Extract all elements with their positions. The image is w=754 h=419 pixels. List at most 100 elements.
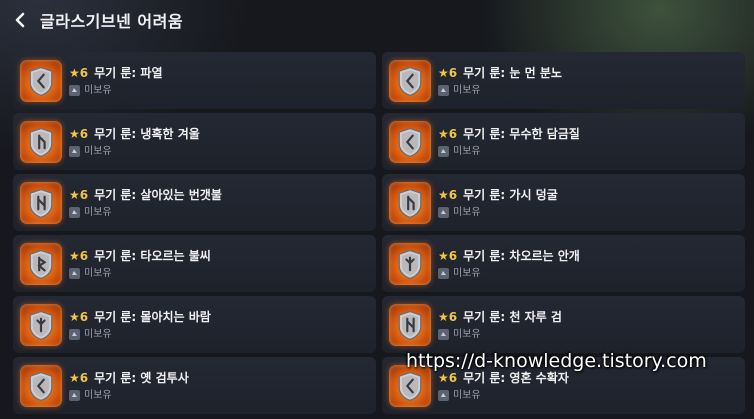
- star-icon: ★: [438, 248, 449, 263]
- rune-name-line: ★ 6 무기 룬: 차오르는 안개: [438, 248, 580, 264]
- rune-name: 무기 룬: 몰아치는 바람: [94, 309, 211, 324]
- status-label: 미보유: [453, 145, 481, 157]
- ownership-status: 미보유: [69, 146, 200, 158]
- rune-name-line: ★ 6 무기 룬: 가시 덩굴: [438, 187, 558, 203]
- status-label: 미보유: [84, 145, 112, 157]
- star-icon: ★: [438, 187, 449, 202]
- rune-name-line: ★ 6 무기 룬: 타오르는 불씨: [69, 248, 211, 264]
- star-icon: ★: [438, 370, 449, 385]
- inventory-icon: [438, 85, 449, 96]
- grade-value: 6: [448, 65, 458, 80]
- grade-value: 6: [448, 126, 458, 141]
- rune-card[interactable]: ★ 6 무기 룬: 냉혹한 겨울 미보유: [13, 113, 376, 170]
- grade-value: 6: [79, 248, 89, 263]
- rune-name-line: ★ 6 무기 룬: 파열: [69, 65, 162, 81]
- rune-info: ★ 6 무기 룬: 눈 먼 분노 미보유: [438, 65, 562, 97]
- rune-card[interactable]: ★ 6 무기 룬: 살아있는 번갯불 미보유: [13, 174, 376, 231]
- rune-name: 무기 룬: 살아있는 번갯불: [94, 187, 222, 202]
- rune-info: ★ 6 무기 룬: 가시 덩굴 미보유: [438, 187, 558, 219]
- grade-value: 6: [448, 370, 458, 385]
- rune-name: 무기 룬: 차오르는 안개: [463, 248, 580, 263]
- rune-info: ★ 6 무기 룬: 타오르는 불씨 미보유: [69, 248, 211, 280]
- rune-name-line: ★ 6 무기 룬: 옛 검투사: [69, 370, 189, 386]
- status-label: 미보유: [84, 267, 112, 279]
- rune-card[interactable]: ★ 6 무기 룬: 파열 미보유: [13, 52, 376, 109]
- rune-name: 무기 룬: 무수한 담금질: [463, 126, 580, 141]
- inventory-icon: [69, 207, 80, 218]
- rune-shield-icon: [20, 364, 62, 407]
- rune-shield-icon: [389, 303, 431, 346]
- inventory-icon: [438, 329, 449, 340]
- rune-name: 무기 룬: 옛 검투사: [94, 370, 189, 385]
- rune-info: ★ 6 무기 룬: 차오르는 안개 미보유: [438, 248, 580, 280]
- inventory-icon: [438, 390, 449, 401]
- ownership-status: 미보유: [438, 268, 580, 280]
- rune-info: ★ 6 무기 룬: 냉혹한 겨울 미보유: [69, 126, 200, 158]
- header: 글라스기브넨 어려움: [0, 0, 754, 40]
- grade-value: 6: [79, 65, 89, 80]
- grade-value: 6: [79, 309, 89, 324]
- rune-info: ★ 6 무기 룬: 살아있는 번갯불 미보유: [69, 187, 222, 219]
- rune-info: ★ 6 무기 룬: 영혼 수확자 미보유: [438, 370, 569, 402]
- rune-card[interactable]: ★ 6 무기 룬: 옛 검투사 미보유: [13, 357, 376, 414]
- ownership-status: 미보유: [69, 390, 189, 402]
- rune-name: 무기 룬: 냉혹한 겨울: [94, 126, 200, 141]
- rune-shield-icon: [389, 364, 431, 407]
- inventory-icon: [438, 268, 449, 279]
- rune-info: ★ 6 무기 룬: 파열 미보유: [69, 65, 162, 97]
- star-icon: ★: [69, 187, 80, 202]
- rune-info: ★ 6 무기 룬: 옛 검투사 미보유: [69, 370, 189, 402]
- rune-card[interactable]: ★ 6 무기 룬: 타오르는 불씨 미보유: [13, 235, 376, 292]
- rune-info: ★ 6 무기 룬: 무수한 담금질 미보유: [438, 126, 580, 158]
- grade-value: 6: [79, 126, 89, 141]
- rune-name: 무기 룬: 가시 덩굴: [463, 187, 558, 202]
- rune-card[interactable]: ★ 6 무기 룬: 무수한 담금질 미보유: [382, 113, 745, 170]
- status-label: 미보유: [84, 84, 112, 96]
- star-icon: ★: [69, 126, 80, 141]
- status-label: 미보유: [453, 84, 481, 96]
- star-icon: ★: [69, 309, 80, 324]
- rune-name-line: ★ 6 무기 룬: 영혼 수확자: [438, 370, 569, 386]
- rune-shield-icon: [389, 181, 431, 224]
- ownership-status: 미보유: [438, 390, 569, 402]
- rune-name: 무기 룬: 눈 먼 분노: [463, 65, 562, 80]
- inventory-icon: [69, 85, 80, 96]
- rune-name-line: ★ 6 무기 룬: 무수한 담금질: [438, 126, 580, 142]
- rune-shield-icon: [389, 242, 431, 285]
- rune-card[interactable]: ★ 6 무기 룬: 영혼 수확자 미보유: [382, 357, 745, 414]
- grade-value: 6: [448, 248, 458, 263]
- status-label: 미보유: [84, 206, 112, 218]
- ownership-status: 미보유: [69, 85, 162, 97]
- rune-name: 무기 룬: 천 자루 검: [463, 309, 562, 324]
- star-icon: ★: [438, 126, 449, 141]
- inventory-icon: [69, 146, 80, 157]
- star-icon: ★: [438, 309, 449, 324]
- rune-shield-icon: [20, 120, 62, 163]
- rune-shield-icon: [20, 181, 62, 224]
- grade-value: 6: [79, 187, 89, 202]
- rune-name-line: ★ 6 무기 룬: 천 자루 검: [438, 309, 562, 325]
- star-icon: ★: [69, 370, 80, 385]
- rune-card[interactable]: ★ 6 무기 룬: 가시 덩굴 미보유: [382, 174, 745, 231]
- status-label: 미보유: [453, 328, 481, 340]
- rune-shield-icon: [20, 242, 62, 285]
- inventory-icon: [438, 146, 449, 157]
- grade-value: 6: [448, 187, 458, 202]
- rune-card[interactable]: ★ 6 무기 룬: 눈 먼 분노 미보유: [382, 52, 745, 109]
- rune-shield-icon: [389, 120, 431, 163]
- rune-name: 무기 룬: 파열: [94, 65, 163, 80]
- rune-name-line: ★ 6 무기 룬: 눈 먼 분노: [438, 65, 562, 81]
- rune-info: ★ 6 무기 룬: 천 자루 검 미보유: [438, 309, 562, 341]
- ownership-status: 미보유: [69, 207, 222, 219]
- rune-card[interactable]: ★ 6 무기 룬: 천 자루 검 미보유: [382, 296, 745, 353]
- rune-shield-icon: [20, 303, 62, 346]
- rune-shield-icon: [20, 59, 62, 102]
- ownership-status: 미보유: [438, 329, 562, 341]
- rune-card[interactable]: ★ 6 무기 룬: 차오르는 안개 미보유: [382, 235, 745, 292]
- status-label: 미보유: [84, 328, 112, 340]
- rune-shield-icon: [389, 59, 431, 102]
- back-button[interactable]: [10, 10, 30, 30]
- ownership-status: 미보유: [69, 329, 211, 341]
- page-title: 글라스기브넨 어려움: [40, 12, 184, 31]
- rune-card[interactable]: ★ 6 무기 룬: 몰아치는 바람 미보유: [13, 296, 376, 353]
